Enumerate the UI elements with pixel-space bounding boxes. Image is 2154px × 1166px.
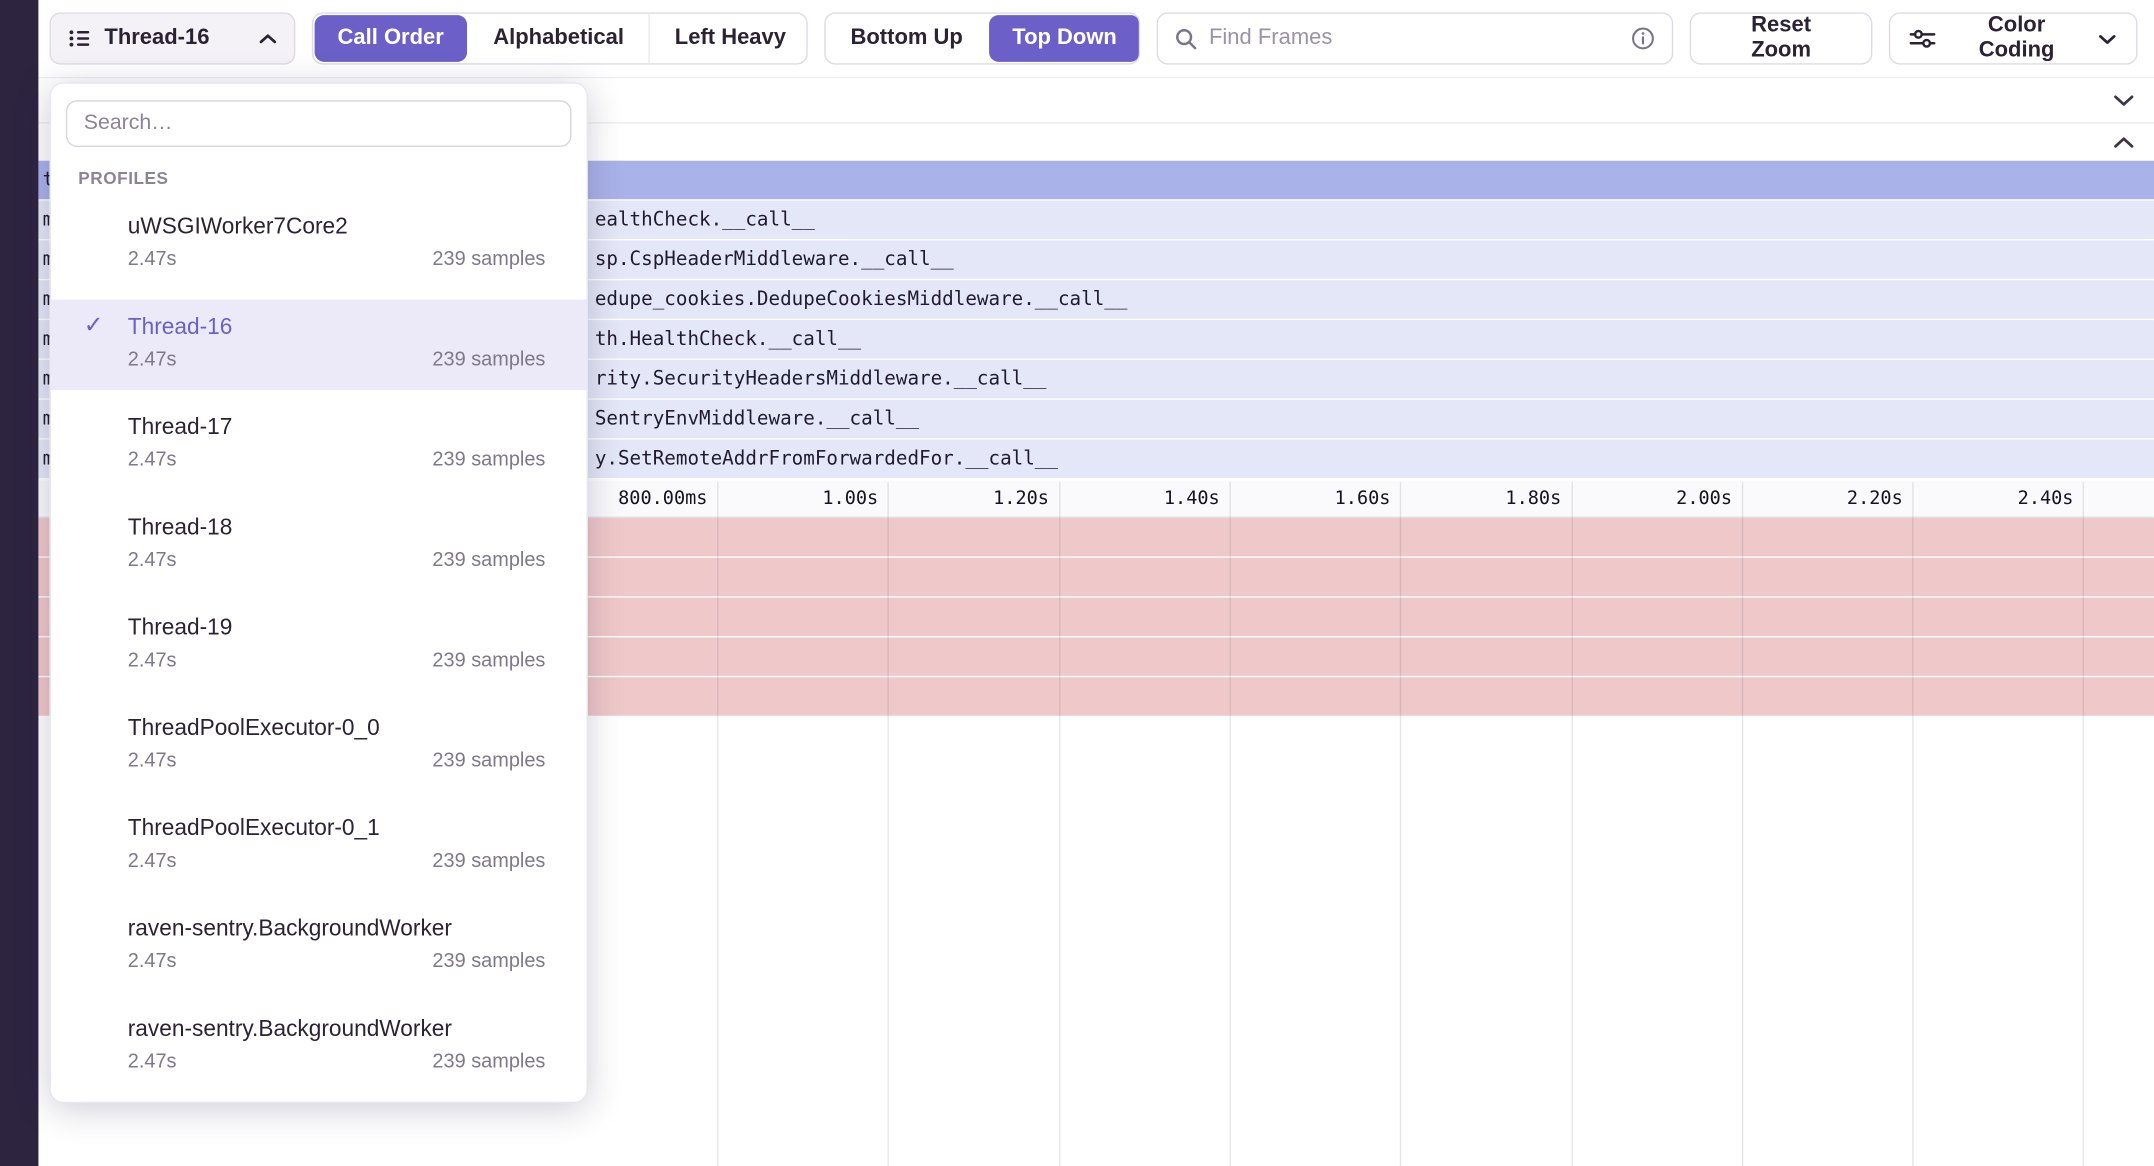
frame-label-text: y.SetRemoteAddrFromForwardedFor.__call__: [595, 440, 1058, 478]
dropdown-search-input[interactable]: [66, 100, 572, 147]
app-sidebar-strip: [0, 0, 38, 1166]
chevron-up-icon: [258, 32, 277, 44]
profile-list-item[interactable]: ✓ Thread-17 2.47s 239 samples: [51, 400, 587, 491]
profile-duration: 2.47s: [128, 544, 177, 578]
seg-option-alphabetical[interactable]: Alphabetical: [469, 14, 649, 63]
time-tick-label: 2.40s: [1895, 481, 2074, 517]
profile-duration: 2.47s: [128, 243, 177, 277]
list-icon: [67, 26, 92, 51]
profile-name: ThreadPoolExecutor-0_0: [128, 712, 546, 745]
profile-duration: 2.47s: [128, 845, 177, 879]
reset-zoom-button[interactable]: Reset Zoom: [1690, 12, 1872, 64]
search-icon: [1175, 27, 1198, 50]
seg-option-top-down[interactable]: Top Down: [989, 15, 1140, 62]
thread-dropdown-panel: PROFILES ✓ uWSGIWorker7Core2 2.47s 239 s…: [49, 82, 587, 1103]
color-coding-label: Color Coding: [1948, 14, 2085, 63]
profile-samples: 239 samples: [432, 745, 545, 779]
frame-label-text: th.HealthCheck.__call__: [595, 320, 861, 358]
profile-list-item[interactable]: ✓ Thread-16 2.47s 239 samples: [51, 299, 587, 390]
chevron-down-icon: [2098, 32, 2117, 44]
profile-duration: 2.47s: [128, 745, 177, 779]
toolbar: Thread-16 Call OrderAlphabeticalLeft Hea…: [38, 0, 2154, 78]
profile-samples: 239 samples: [432, 644, 545, 678]
profile-name: Thread-17: [128, 411, 546, 444]
profile-name: Thread-19: [128, 611, 546, 644]
seg-option-left-heavy[interactable]: Left Heavy: [649, 14, 808, 63]
profile-duration: 2.47s: [128, 1045, 177, 1079]
profile-name: Thread-16: [128, 310, 546, 343]
profile-list-item[interactable]: ✓ Thread-18 2.47s 239 samples: [51, 500, 587, 591]
profile-name: Thread-18: [128, 511, 546, 544]
frame-label-text: rity.SecurityHeadersMiddleware.__call__: [595, 360, 1047, 398]
profile-name: raven-sentry.BackgroundWorker: [128, 1012, 546, 1045]
time-tick-label: 2.00s: [1553, 481, 1732, 517]
profile-list-item[interactable]: ✓ raven-sentry.BackgroundWorker 2.47s 23…: [51, 901, 587, 992]
profile-duration: 2.47s: [128, 945, 177, 979]
thread-selector-button[interactable]: Thread-16: [49, 12, 295, 64]
profile-duration: 2.47s: [128, 343, 177, 377]
sliders-icon: [1909, 27, 1935, 49]
profile-samples: 239 samples: [432, 444, 545, 478]
frame-label-text: ealthCheck.__call__: [595, 201, 815, 239]
profile-list-item[interactable]: ✓ uWSGIWorker7Core2 2.47s 239 samples: [51, 199, 587, 290]
check-icon: ✓: [84, 312, 104, 339]
profile-samples: 239 samples: [432, 945, 545, 979]
profile-list-item[interactable]: ✓ raven-sentry.BackgroundWorker 2.47s 23…: [51, 1001, 587, 1092]
profile-list-item[interactable]: ✓ Thread-19 2.47s 239 samples: [51, 600, 587, 691]
profile-samples: 239 samples: [432, 544, 545, 578]
profile-duration: 2.47s: [128, 644, 177, 678]
frame-label-text: sp.CspHeaderMiddleware.__call__: [595, 240, 954, 278]
time-tick-label: 2.20s: [1724, 481, 1903, 517]
profile-name: ThreadPoolExecutor-0_1: [128, 812, 546, 845]
sort-segmented-control: Call OrderAlphabeticalLeft Heavy: [311, 12, 807, 64]
profile-list-item[interactable]: ✓ ThreadPoolExecutor-0_1 2.47s 239 sampl…: [51, 801, 587, 892]
profile-name: raven-sentry.BackgroundWorker: [128, 912, 546, 945]
profile-samples: 239 samples: [432, 1045, 545, 1079]
time-tick-label: 1.00s: [700, 481, 879, 517]
time-tick-label: 1.40s: [1041, 481, 1220, 517]
profile-samples: 239 samples: [432, 845, 545, 879]
profile-samples: 239 samples: [432, 343, 545, 377]
profile-list-item[interactable]: ✓ ThreadPoolExecutor-0_0 2.47s 239 sampl…: [51, 701, 587, 792]
direction-segmented-control: Bottom UpTop Down: [824, 12, 1140, 64]
color-coding-button[interactable]: Color Coding: [1889, 12, 2138, 64]
collapse-chevron-up-icon[interactable]: [2113, 135, 2135, 149]
time-tick-label: 1.20s: [870, 481, 1049, 517]
info-icon[interactable]: [1631, 26, 1656, 51]
frame-label-text: edupe_cookies.DedupeCookiesMiddleware.__…: [595, 280, 1128, 318]
seg-option-bottom-up[interactable]: Bottom Up: [826, 14, 988, 63]
time-tick-label: 1.80s: [1383, 481, 1562, 517]
find-frames-box: [1157, 12, 1674, 64]
find-frames-input[interactable]: [1209, 26, 1620, 51]
profiler-app: Thread-16 Call OrderAlphabeticalLeft Hea…: [0, 0, 2154, 1166]
profiles-section-label: PROFILES: [78, 169, 586, 188]
time-tick-label: 1.60s: [1212, 481, 1391, 517]
profile-name: uWSGIWorker7Core2: [128, 210, 546, 243]
seg-option-call-order[interactable]: Call Order: [314, 15, 467, 62]
frame-label-text: SentryEnvMiddleware.__call__: [595, 400, 919, 438]
profile-samples: 239 samples: [432, 243, 545, 277]
profile-list: ✓ uWSGIWorker7Core2 2.47s 239 samples ✓ …: [51, 199, 587, 1092]
profile-duration: 2.47s: [128, 444, 177, 478]
thread-selector-label: Thread-16: [104, 26, 245, 51]
collapse-chevron-down-icon[interactable]: [2113, 93, 2135, 107]
